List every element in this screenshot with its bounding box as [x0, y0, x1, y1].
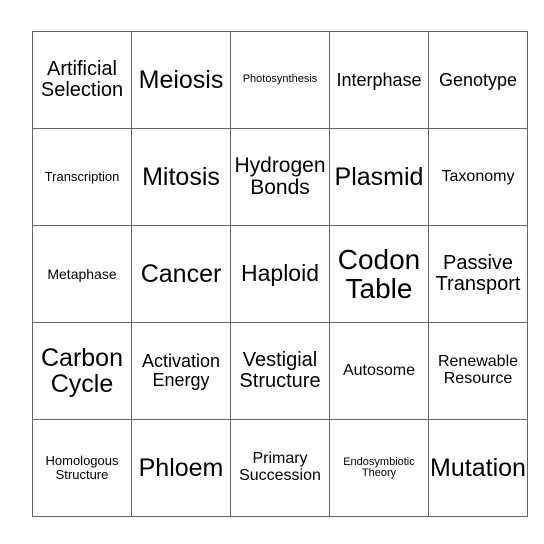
bingo-cell[interactable]: Artificial Selection — [32, 31, 132, 129]
bingo-cell[interactable]: Photosynthesis — [230, 31, 330, 129]
bingo-cell-label: Metaphase — [47, 265, 117, 282]
bingo-cell[interactable]: Mitosis — [131, 128, 231, 226]
bingo-cell[interactable]: Genotype — [428, 31, 528, 129]
bingo-cell[interactable]: Hydrogen Bonds — [230, 128, 330, 226]
bingo-cell-label: Renewable Resource — [437, 353, 519, 387]
bingo-cell-label: Haploid — [241, 260, 319, 287]
bingo-cell[interactable]: Haploid — [230, 225, 330, 323]
bingo-cell[interactable]: Homologous Structure — [32, 419, 132, 517]
bingo-card-grid: Artificial Selection Meiosis Photosynthe… — [32, 31, 528, 517]
bingo-cell-label: Mitosis — [142, 163, 220, 191]
bingo-cell[interactable]: Passive Transport — [428, 225, 528, 323]
bingo-cell-label: Cancer — [140, 260, 222, 288]
bingo-cell-label: Carbon Cycle — [41, 344, 123, 398]
bingo-cell-label: Artificial Selection — [40, 58, 124, 101]
bingo-cell-label: Passive Transport — [435, 252, 521, 295]
bingo-cell-label: Photosynthesis — [242, 73, 318, 86]
bingo-cell-label: Phloem — [138, 454, 224, 482]
bingo-row: Artificial Selection Meiosis Photosynthe… — [32, 31, 528, 129]
bingo-cell-label: Homologous Structure — [45, 453, 119, 482]
bingo-card-container: Artificial Selection Meiosis Photosynthe… — [32, 31, 528, 517]
bingo-cell-label: Meiosis — [138, 66, 224, 94]
bingo-cell-label: Activation Energy — [141, 351, 221, 390]
bingo-cell[interactable]: Interphase — [329, 31, 429, 129]
bingo-card-body: Artificial Selection Meiosis Photosynthe… — [32, 31, 528, 517]
bingo-row: Homologous Structure Phloem Primary Succ… — [32, 419, 528, 517]
bingo-cell[interactable]: Meiosis — [131, 31, 231, 129]
bingo-cell-label: Transcription — [44, 169, 120, 185]
bingo-cell[interactable]: Autosome — [329, 322, 429, 420]
bingo-cell[interactable]: Taxonomy — [428, 128, 528, 226]
bingo-cell-label: Taxonomy — [441, 167, 515, 185]
bingo-cell-label: Endosymbiotic Theory — [343, 455, 415, 479]
bingo-cell[interactable]: Mutation — [428, 419, 528, 517]
bingo-row: Carbon Cycle Activation Energy Vestigial… — [32, 322, 528, 420]
bingo-row: Metaphase Cancer Haploid Codon Table Pas… — [32, 225, 528, 323]
bingo-row: Transcription Mitosis Hydrogen Bonds Pla… — [32, 128, 528, 226]
bingo-cell-label: Hydrogen Bonds — [234, 154, 326, 199]
bingo-cell[interactable]: Vestigial Structure — [230, 322, 330, 420]
bingo-cell[interactable]: Carbon Cycle — [32, 322, 132, 420]
bingo-cell[interactable]: Renewable Resource — [428, 322, 528, 420]
bingo-cell[interactable]: Plasmid — [329, 128, 429, 226]
bingo-cell-label: Mutation — [430, 454, 526, 482]
bingo-cell[interactable]: Metaphase — [32, 225, 132, 323]
bingo-cell[interactable]: Transcription — [32, 128, 132, 226]
bingo-cell-label: Genotype — [438, 69, 518, 90]
bingo-cell[interactable]: Activation Energy — [131, 322, 231, 420]
bingo-cell-label: Vestigial Structure — [239, 349, 321, 392]
bingo-cell-label: Interphase — [336, 69, 422, 90]
bingo-cell[interactable]: Codon Table — [329, 225, 429, 323]
bingo-cell-label: Primary Succession — [239, 450, 321, 484]
bingo-cell-label: Autosome — [342, 361, 416, 379]
bingo-cell[interactable]: Endosymbiotic Theory — [329, 419, 429, 517]
bingo-cell-label: Plasmid — [334, 163, 424, 191]
bingo-cell-label: Codon Table — [337, 243, 421, 304]
bingo-cell[interactable]: Phloem — [131, 419, 231, 517]
bingo-cell[interactable]: Cancer — [131, 225, 231, 323]
bingo-cell[interactable]: Primary Succession — [230, 419, 330, 517]
